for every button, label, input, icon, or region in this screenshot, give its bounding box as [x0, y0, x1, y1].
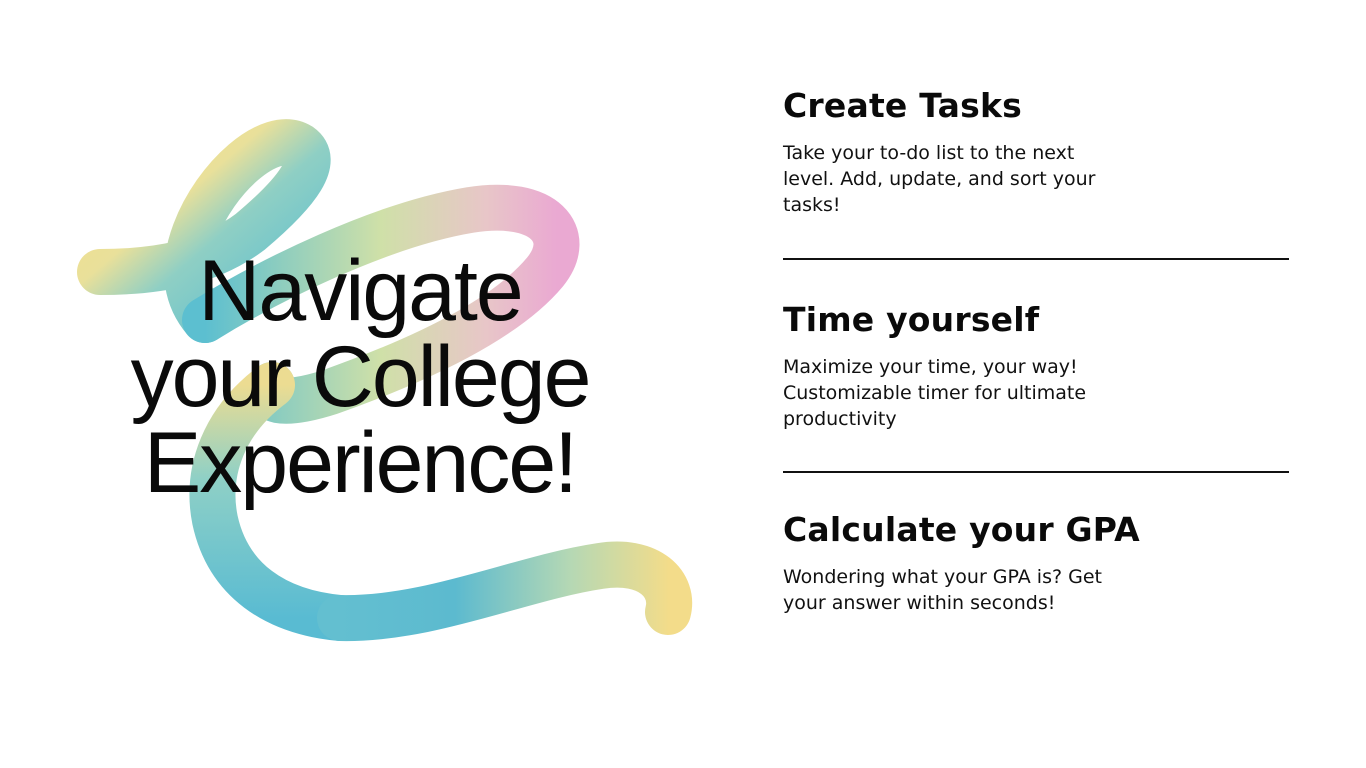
hero-title-line-2: your College	[130, 329, 592, 425]
feature-title: Calculate your GPA	[783, 510, 1140, 549]
page: Navigate your College Experience! Create…	[0, 0, 1366, 768]
divider	[783, 471, 1289, 473]
feature-calculate-gpa: Calculate your GPA Wondering what your G…	[783, 510, 1289, 616]
feature-title: Time yourself	[783, 300, 1040, 339]
swirl-segment-bottom-sweep	[317, 541, 693, 642]
feature-description: Maximize your time, your way! Customizab…	[783, 356, 1087, 430]
hero-title: Navigate your College Experience!	[60, 248, 660, 506]
divider	[783, 258, 1289, 260]
hero-title-line-3: Experience!	[143, 415, 578, 511]
feature-title: Create Tasks	[783, 86, 1022, 125]
hero-title-line-1: Navigate	[198, 243, 523, 339]
feature-time-yourself: Time yourself Maximize your time, your w…	[783, 300, 1289, 432]
feature-list: Create Tasks Take your to-do list to the…	[783, 0, 1289, 768]
feature-description: Take your to-do list to the next level. …	[783, 142, 1096, 216]
feature-create-tasks: Create Tasks Take your to-do list to the…	[783, 86, 1289, 218]
feature-description: Wondering what your GPA is? Get your ans…	[783, 566, 1102, 614]
